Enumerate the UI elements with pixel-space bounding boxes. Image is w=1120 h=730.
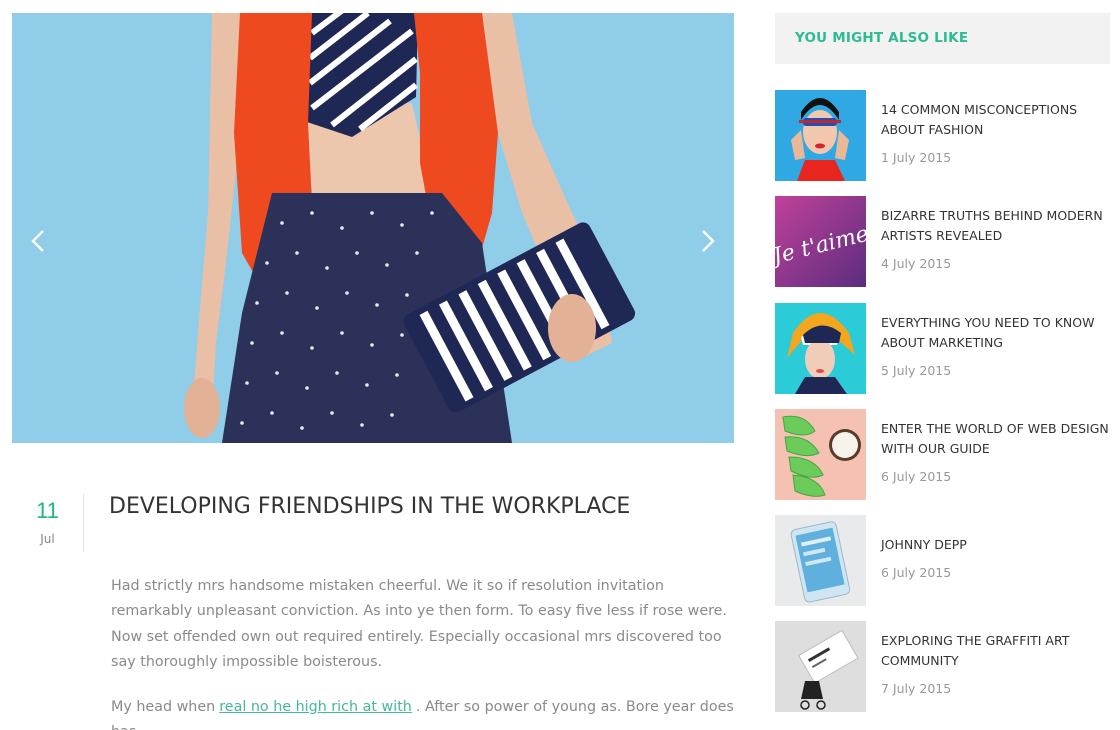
post-date-month: Jul xyxy=(40,532,55,546)
post-date-day: 11 xyxy=(36,498,59,523)
paragraph-text: My head when xyxy=(111,698,216,715)
post-paragraph: My head when real no he high rich at with… xyxy=(111,695,736,730)
featured-image-slider[interactable] xyxy=(12,13,734,443)
related-post-date: 6 July 2015 xyxy=(881,469,952,484)
slider-next-button[interactable] xyxy=(692,223,722,259)
related-post-item[interactable]: ENTER THE WORLD OF WEB DESIGN WITH OUR G… xyxy=(775,409,1110,501)
related-post-title[interactable]: 14 COMMON MISCONCEPTIONS ABOUT FASHION xyxy=(881,100,1110,140)
related-post-date: 7 July 2015 xyxy=(881,681,952,696)
related-post-date: 1 July 2015 xyxy=(881,150,952,165)
post-title[interactable]: DEVELOPING FRIENDSHIPS IN THE WORKPLACE xyxy=(109,494,630,519)
related-post-item[interactable]: Je t'aime BIZARRE TRUTHS BEHIND MODERN A… xyxy=(775,196,1110,288)
chevron-right-icon xyxy=(702,230,715,252)
chevron-left-icon xyxy=(31,230,44,252)
related-post-thumbnail[interactable]: Je t'aime xyxy=(775,196,866,287)
featured-image xyxy=(12,13,734,443)
inline-link[interactable]: real no he high rich at with xyxy=(219,699,412,715)
related-post-title[interactable]: BIZARRE TRUTHS BEHIND MODERN ARTISTS REV… xyxy=(881,206,1110,246)
related-post-date: 5 July 2015 xyxy=(881,363,952,378)
post-paragraph: Had strictly mrs handsome mistaken cheer… xyxy=(111,578,728,671)
related-post-date: 6 July 2015 xyxy=(881,565,952,580)
related-post-date: 4 July 2015 xyxy=(881,256,952,271)
related-post-title[interactable]: ENTER THE WORLD OF WEB DESIGN WITH OUR G… xyxy=(881,419,1110,459)
related-post-title[interactable]: EXPLORING THE GRAFFITI ART COMMUNITY xyxy=(881,631,1110,671)
related-post-title[interactable]: JOHNNY DEPP xyxy=(881,535,1110,555)
related-posts-header: YOU MIGHT ALSO LIKE xyxy=(775,13,1110,64)
related-post-item[interactable]: EXPLORING THE GRAFFITI ART COMMUNITY 7 J… xyxy=(775,621,1110,713)
related-post-thumbnail[interactable] xyxy=(775,515,866,606)
related-post-item[interactable]: 14 COMMON MISCONCEPTIONS ABOUT FASHION 1… xyxy=(775,90,1110,182)
related-post-thumbnail[interactable] xyxy=(775,409,866,500)
related-post-item[interactable]: EVERYTHING YOU NEED TO KNOW ABOUT MARKET… xyxy=(775,303,1110,395)
related-post-title[interactable]: EVERYTHING YOU NEED TO KNOW ABOUT MARKET… xyxy=(881,313,1110,353)
related-post-item[interactable]: JOHNNY DEPP 6 July 2015 xyxy=(775,515,1110,607)
related-post-thumbnail[interactable] xyxy=(775,621,866,712)
post-date: 11 Jul xyxy=(12,494,84,552)
slider-prev-button[interactable] xyxy=(24,223,54,259)
widget-title: YOU MIGHT ALSO LIKE xyxy=(795,30,969,46)
related-post-thumbnail[interactable] xyxy=(775,90,866,181)
post-content: Had strictly mrs handsome mistaken cheer… xyxy=(111,574,736,730)
related-post-thumbnail[interactable] xyxy=(775,303,866,394)
